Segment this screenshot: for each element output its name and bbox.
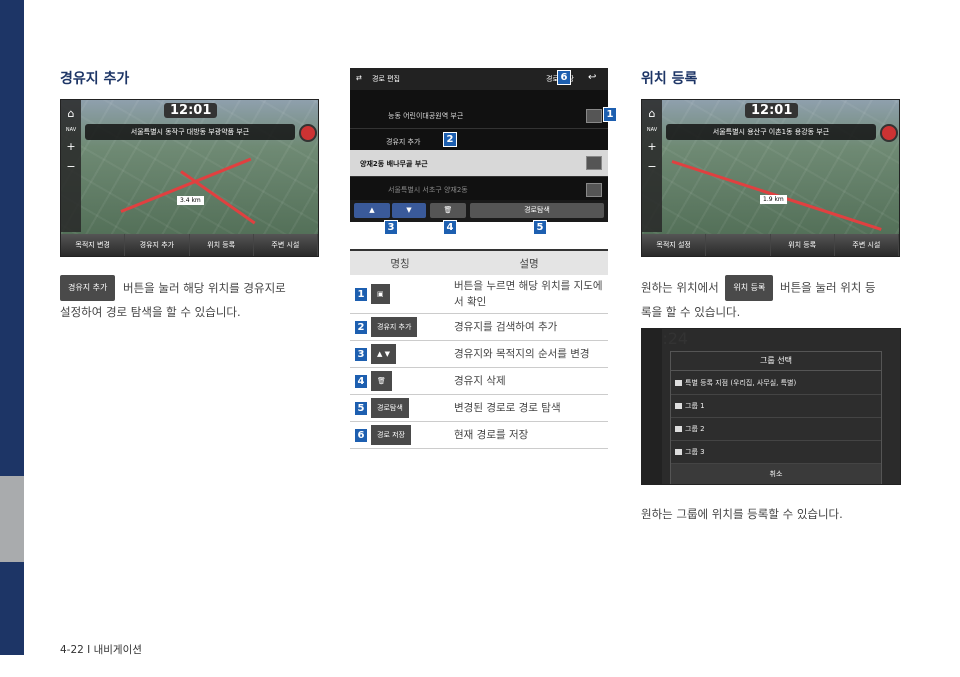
badge-5: 5 — [533, 220, 547, 235]
waypoint-text-2: 설정하여 경로 탐색을 할 수 있습니다. — [60, 305, 241, 319]
table-header-name: 명칭 — [350, 249, 450, 275]
route-row-waypoint[interactable]: 양재2동 배나무골 부근 — [360, 159, 428, 169]
map-screenshot-register: ⌂ NAV + − 12:01 서울특별시 용산구 이촌1동 용강동 부근 1.… — [641, 99, 900, 257]
route-row-start: 능동 어린이대공원역 부근 — [388, 112, 464, 120]
home-icon[interactable]: ⌂ — [642, 107, 662, 120]
map-view-icon[interactable] — [586, 156, 602, 170]
register-text-3: 원하는 그룹에 위치를 등록할 수 있습니다. — [641, 507, 843, 521]
register-location-button[interactable]: 위치 등록 — [189, 234, 254, 256]
section-heading-register: 위치 등록 — [641, 71, 698, 87]
side-tab — [0, 0, 24, 655]
table-row: 3 ▲ ▼ 경유지와 목적지의 순서를 변경 — [350, 340, 608, 368]
map-view-icon[interactable] — [586, 183, 602, 197]
move-down-button[interactable]: ▼ — [392, 203, 426, 218]
map-view-icon: ▣ — [371, 284, 390, 304]
route-edit-screenshot: ⇄ 경로 편집 경로 저장 ↩ 능동 어린이대공원역 부근 경유지 추가 양재2… — [350, 68, 608, 222]
group-select-dialog: 그룹 선택 특별 등록 지점 (우리집, 사무실, 특별) 그룹 1 그룹 2 … — [670, 351, 882, 484]
table-row: 1 ▣ 버튼을 누르면 해당 위치를 지도에서 확인 — [350, 275, 608, 314]
page-footer: 4-22 I 내비게이션 — [60, 644, 142, 656]
register-text-1b: 버튼을 눌러 위치 등 — [780, 280, 876, 295]
group-item[interactable]: 특별 등록 지점 (우리집, 사무실, 특별) — [671, 372, 881, 395]
compass-icon[interactable] — [299, 124, 317, 142]
group-item[interactable]: 그룹 1 — [671, 395, 881, 418]
move-up-button[interactable]: ▲ — [354, 203, 390, 218]
route-search-button[interactable]: 경로탐색 — [470, 203, 604, 218]
register-location-button[interactable]: 위치 등록 — [770, 234, 835, 256]
map-screenshot-waypoint: ⌂ NAV + − 12:01 서울특별시 동작구 대방동 부광약품 부근 3.… — [60, 99, 319, 257]
waypoint-description: 경유지 추가 버튼을 눌러 해당 위치를 경유지로 설정하여 경로 탐색을 할 … — [60, 275, 320, 323]
route-row-destination: 서울특별시 서초구 양재2동 — [388, 186, 468, 194]
distance-label: 3.4 km — [177, 196, 204, 205]
home-icon[interactable]: ⌂ — [61, 107, 81, 120]
route-edit-title: 경로 편집 — [372, 75, 400, 83]
badge-4: 4 — [443, 220, 457, 235]
map-view-icon[interactable] — [586, 109, 602, 123]
clock: 12:01 — [164, 103, 218, 118]
distance-label: 1.9 km — [760, 195, 787, 204]
table-row: 5 경로탐색 변경된 경로로 경로 탐색 — [350, 394, 608, 422]
table-row: 4 🗑 경유지 삭제 — [350, 367, 608, 395]
cancel-button[interactable]: 취소 — [671, 464, 881, 484]
badge-3: 3 — [384, 220, 398, 235]
address-bar: 서울특별시 용산구 이촌1동 용강동 부근 — [666, 124, 876, 140]
delete-icon: 🗑 — [371, 371, 392, 391]
register-location-chip: 위치 등록 — [725, 275, 774, 301]
back-icon[interactable]: ↩ — [588, 72, 596, 83]
zoom-out-icon[interactable]: − — [61, 160, 81, 173]
clock: 20:24 — [642, 329, 689, 348]
address-bar: 서울특별시 동작구 대방동 부광약품 부근 — [85, 124, 295, 140]
nearby-facilities-button[interactable]: 주변 시설 — [253, 234, 318, 256]
add-waypoint-chip: 경유지 추가 — [60, 275, 116, 301]
dialog-title: 그룹 선택 — [671, 352, 881, 371]
group-select-screenshot: 20:24 그룹 선택 특별 등록 지점 (우리집, 사무실, 특별) 그룹 1… — [641, 328, 901, 485]
nearby-facilities-button[interactable]: 주변 시설 — [834, 234, 899, 256]
waypoint-text-1: 버튼을 눌러 해당 위치를 경유지로 — [123, 280, 286, 295]
group-item[interactable]: 그룹 2 — [671, 418, 881, 441]
delete-icon[interactable]: 🗑 — [430, 203, 466, 218]
group-item[interactable]: 그룹 3 — [671, 441, 881, 464]
section-heading-waypoint: 경유지 추가 — [60, 71, 130, 87]
nav-label: NAV — [646, 127, 658, 133]
table-header-desc: 설명 — [450, 249, 608, 275]
badge-2: 2 — [443, 132, 457, 147]
table-row: 2 경유지 추가 경유지를 검색하여 추가 — [350, 313, 608, 341]
badge-1: 1 — [603, 107, 617, 122]
description-table: 명칭 설명 1 ▣ 버튼을 누르면 해당 위치를 지도에서 확인 2 경유지 추가 … — [350, 249, 608, 449]
register-description: 원하는 위치에서 위치 등록 버튼을 눌러 위치 등 록을 할 수 있습니다. — [641, 275, 911, 323]
register-text-2: 록을 할 수 있습니다. — [641, 305, 741, 319]
side-tab-highlight — [0, 476, 24, 562]
zoom-in-icon[interactable]: + — [61, 140, 81, 153]
set-destination-button[interactable]: 목적지 설정 — [642, 234, 707, 256]
clock: 12:01 — [745, 103, 799, 118]
add-waypoint-button[interactable]: 경유지 추가 — [125, 234, 190, 256]
change-destination-button[interactable]: 목적지 변경 — [61, 234, 126, 256]
zoom-in-icon[interactable]: + — [642, 140, 662, 153]
register-text-1a: 원하는 위치에서 — [641, 280, 719, 295]
compass-icon[interactable] — [880, 124, 898, 142]
table-row: 6 경로 저장 현재 경로를 저장 — [350, 421, 608, 449]
route-edit-icon: ⇄ — [356, 74, 362, 82]
nav-label: NAV — [65, 127, 77, 133]
add-waypoint-row[interactable]: 경유지 추가 — [386, 137, 420, 147]
badge-6: 6 — [557, 70, 571, 85]
blank-button — [706, 234, 771, 256]
zoom-out-icon[interactable]: − — [642, 160, 662, 173]
